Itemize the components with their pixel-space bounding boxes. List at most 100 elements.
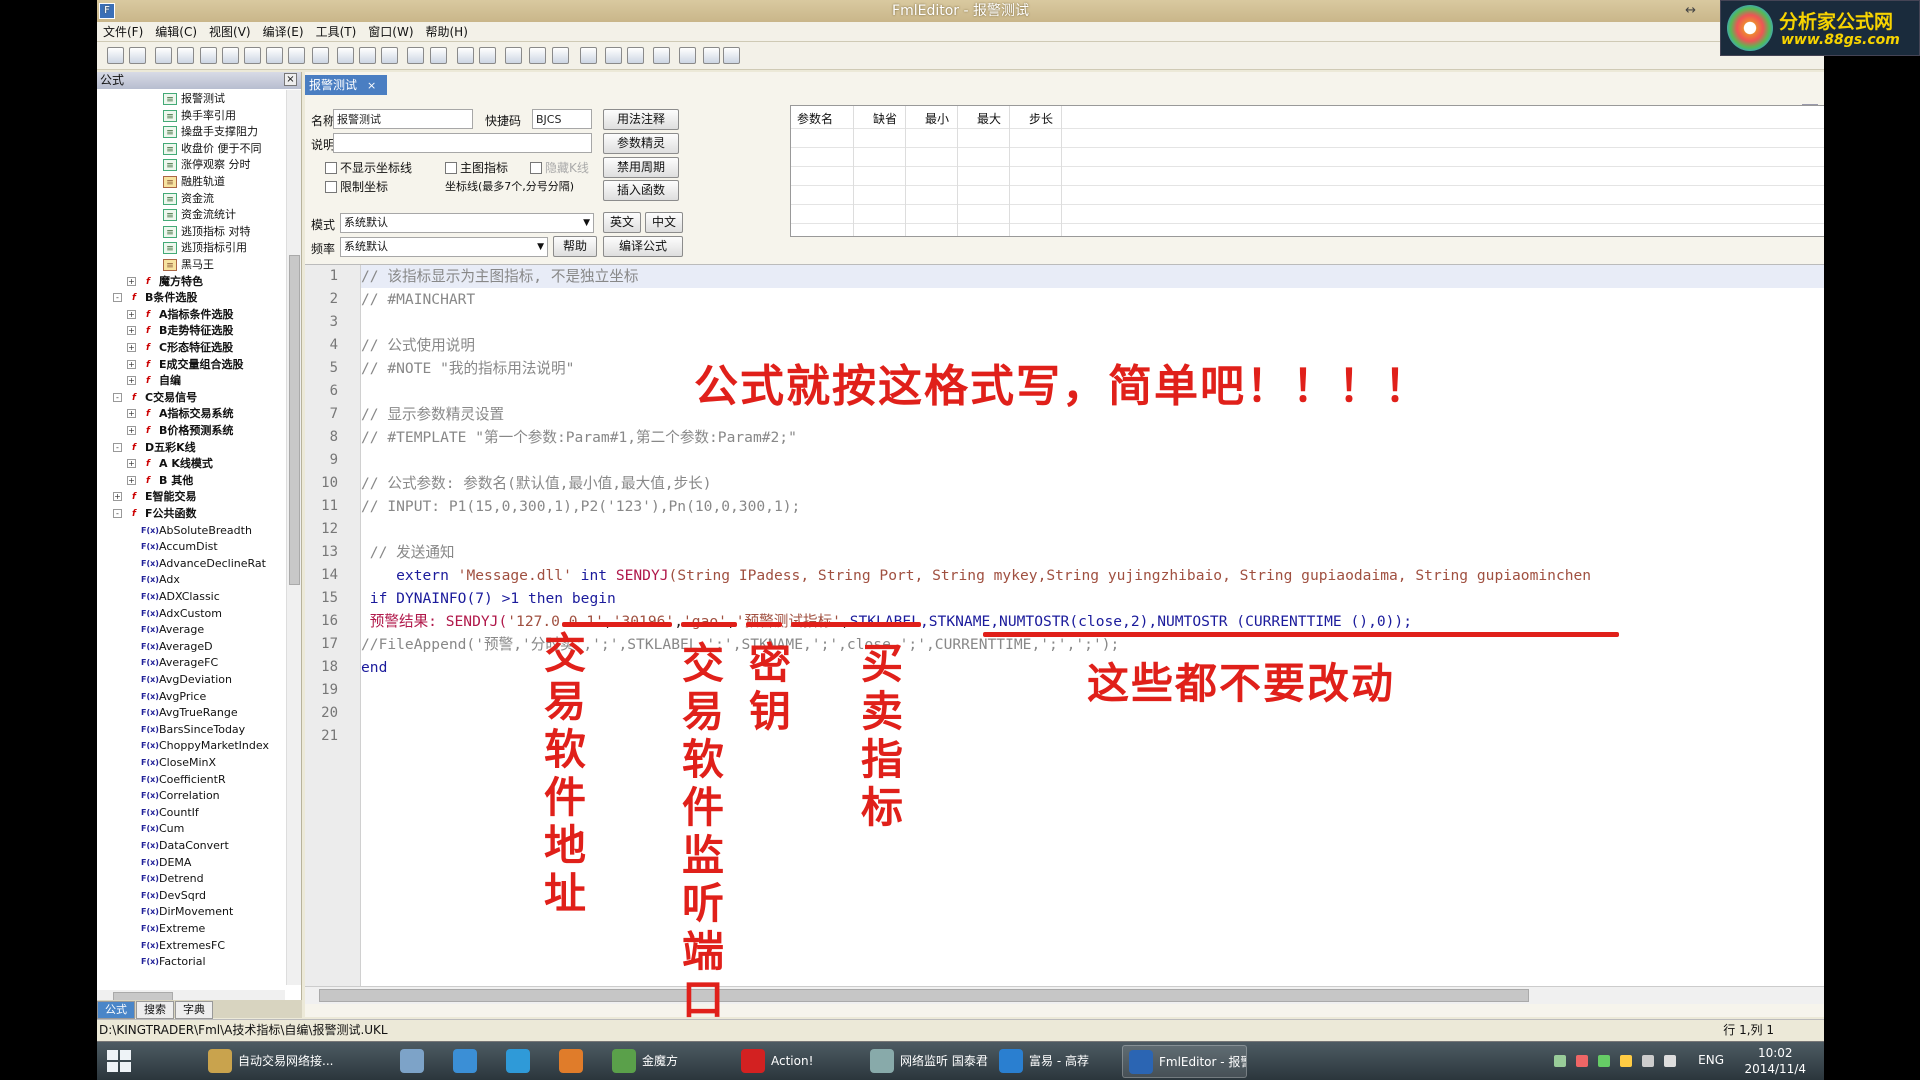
tree-item[interactable]: ≡ 黑马王 (163, 257, 214, 273)
toolbar-button-icon[interactable] (155, 47, 172, 64)
tray-icon[interactable] (1554, 1055, 1566, 1067)
menu-item[interactable]: 帮助(H) (420, 22, 474, 42)
toolbar-button-icon[interactable] (457, 47, 474, 64)
code-line-11[interactable]: // INPUT: P1(15,0,300,1),P2('123'),Pn(10… (361, 495, 800, 518)
taskbar-item[interactable] (500, 1045, 560, 1078)
checkbox-box[interactable] (325, 162, 337, 174)
tree-item[interactable]: ≡ 报警测试 (163, 91, 225, 107)
tree-item[interactable]: f E智能交易 (127, 489, 196, 505)
toolbar-button-icon[interactable] (605, 47, 622, 64)
limit-axis-checkbox[interactable]: 限制坐标 (325, 178, 388, 195)
tree-item[interactable]: F(x)CloseMinX (141, 755, 216, 771)
toolbar-button-icon[interactable] (407, 47, 424, 64)
tree-item[interactable]: F(x)DEMA (141, 855, 191, 871)
expand-icon[interactable]: + (127, 276, 136, 286)
checkbox-box[interactable] (530, 162, 542, 174)
start-button[interactable] (107, 1050, 133, 1074)
tree-item[interactable]: F(x)ChoppyMarketIndex (141, 738, 269, 754)
toolbar-button-icon[interactable] (359, 47, 376, 64)
tree-item[interactable]: f B走势特征选股 (141, 323, 233, 339)
compile-button[interactable]: 编译公式 (603, 236, 683, 257)
expand-icon[interactable]: + (127, 426, 136, 435)
tree-item[interactable]: F(x)AvgPrice (141, 689, 206, 705)
tab-close-icon[interactable]: × (367, 79, 376, 92)
tree-item[interactable]: f B 其他 (141, 473, 193, 489)
tree-item[interactable]: ≡ 资金流统计 (163, 207, 236, 223)
panel-close-icon[interactable]: × (284, 73, 297, 86)
menu-item[interactable]: 视图(V) (203, 22, 257, 42)
tree-item[interactable]: F(x)ExtremesFC (141, 938, 225, 954)
tree-item[interactable]: F(x)BarsSinceToday (141, 722, 245, 738)
collapse-icon[interactable]: - (113, 442, 122, 452)
code-line-7[interactable]: // 显示参数精灵设置 (361, 403, 504, 426)
tree-item[interactable]: F(x)Extreme (141, 921, 205, 937)
taskbar-item[interactable]: 富易 - 高荐 (993, 1045, 1118, 1078)
disable-period-button[interactable]: 禁用周期 (603, 157, 679, 178)
hide-k-checkbox[interactable]: 隐藏K线 (530, 159, 589, 176)
checkbox-box[interactable] (325, 181, 337, 193)
checkbox-box[interactable] (445, 162, 457, 174)
tree-item[interactable]: F(x)AdxCustom (141, 606, 222, 622)
taskbar-item[interactable] (394, 1045, 454, 1078)
chinese-button[interactable]: 中文 (645, 212, 683, 233)
menu-item[interactable]: 文件(F) (97, 22, 149, 42)
expand-icon[interactable]: + (127, 376, 136, 386)
tree-item[interactable]: F(x)DevSqrd (141, 888, 206, 904)
tree-item[interactable]: ≡ 资金流 (163, 191, 214, 207)
tab-formula[interactable]: 公式 (97, 1001, 135, 1019)
toolbar-button-icon[interactable] (200, 47, 217, 64)
code-line-2[interactable]: // #MAINCHART (361, 288, 475, 311)
toolbar-button-icon[interactable] (222, 47, 239, 64)
scroll-thumb[interactable] (319, 989, 1529, 1002)
mode-select[interactable]: 系统默认 ▼ (340, 213, 594, 233)
tree-item[interactable]: f F公共函数 (127, 506, 196, 522)
tree-item[interactable]: ≡ 涨停观察 分时 (163, 157, 251, 173)
tree-item[interactable]: F(x)AvgTrueRange (141, 705, 238, 721)
tree-item[interactable]: F(x)Average (141, 622, 204, 638)
toolbar-button-icon[interactable] (312, 47, 329, 64)
tree-item[interactable]: F(x)DataConvert (141, 838, 229, 854)
expand-icon[interactable]: + (127, 309, 136, 319)
tree-item[interactable]: f C形态特征选股 (141, 340, 233, 356)
tree-item[interactable]: f E成交量组合选股 (141, 357, 243, 373)
collapse-icon[interactable]: - (113, 509, 122, 518)
restore-icon[interactable]: ↔ (1685, 0, 1696, 22)
tree-item[interactable]: f 魔方特色 (141, 274, 203, 290)
taskbar-item[interactable]: 金魔方 (606, 1045, 731, 1078)
tree-item[interactable]: F(x)CountIf (141, 805, 199, 821)
code-line-1[interactable]: // 该指标显示为主图指标, 不是独立坐标 (361, 265, 1824, 288)
code-line-15[interactable]: if DYNAINFO(7) >1 then begin (361, 587, 616, 610)
menu-item[interactable]: 编辑(C) (149, 22, 203, 42)
code-line-13[interactable]: // 发送通知 (361, 541, 455, 564)
tray-icon[interactable] (1576, 1055, 1588, 1067)
taskbar-item[interactable] (447, 1045, 507, 1078)
tree-item[interactable]: f C交易信号 (127, 390, 197, 406)
tree-item[interactable]: F(x)Detrend (141, 871, 204, 887)
tree-item[interactable]: f A指标条件选股 (141, 307, 233, 323)
toolbar-button-icon[interactable] (703, 47, 720, 64)
tree-item[interactable]: F(x)AverageD (141, 639, 213, 655)
tree-item[interactable]: ≡ 逃顶指标引用 (163, 240, 247, 256)
collapse-icon[interactable]: - (113, 293, 122, 303)
expand-icon[interactable]: + (127, 359, 136, 369)
menu-item[interactable]: 编译(E) (257, 22, 310, 42)
code-line-10[interactable]: // 公式参数: 参数名(默认值,最小值,最大值,步长) (361, 472, 712, 495)
help-button[interactable]: 帮助 (553, 236, 597, 257)
tree-item[interactable]: f B条件选股 (127, 290, 197, 306)
expand-icon[interactable]: + (127, 409, 136, 419)
tree-item[interactable]: F(x)AbSoluteBreadth (141, 523, 252, 539)
expand-icon[interactable]: + (127, 459, 136, 469)
toolbar-button-icon[interactable] (529, 47, 546, 64)
parameter-grid[interactable] (791, 128, 1824, 236)
tree-item[interactable]: ≡ 逃顶指标 对特 (163, 224, 251, 240)
language-indicator[interactable]: ENG (1698, 1053, 1724, 1067)
code-line-5[interactable]: // #NOTE "我的指标用法说明" (361, 357, 574, 380)
usage-button[interactable]: 用法注释 (603, 109, 679, 130)
toolbar-button-icon[interactable] (723, 47, 740, 64)
frequency-select[interactable]: 系统默认 ▼ (340, 237, 548, 257)
taskbar-item[interactable]: Action! (735, 1045, 860, 1078)
toolbar-button-icon[interactable] (381, 47, 398, 64)
tree-item[interactable]: f 自编 (141, 373, 181, 389)
insert-function-button[interactable]: 插入函数 (603, 180, 679, 201)
tree-item[interactable]: F(x)CoefficientR (141, 772, 226, 788)
